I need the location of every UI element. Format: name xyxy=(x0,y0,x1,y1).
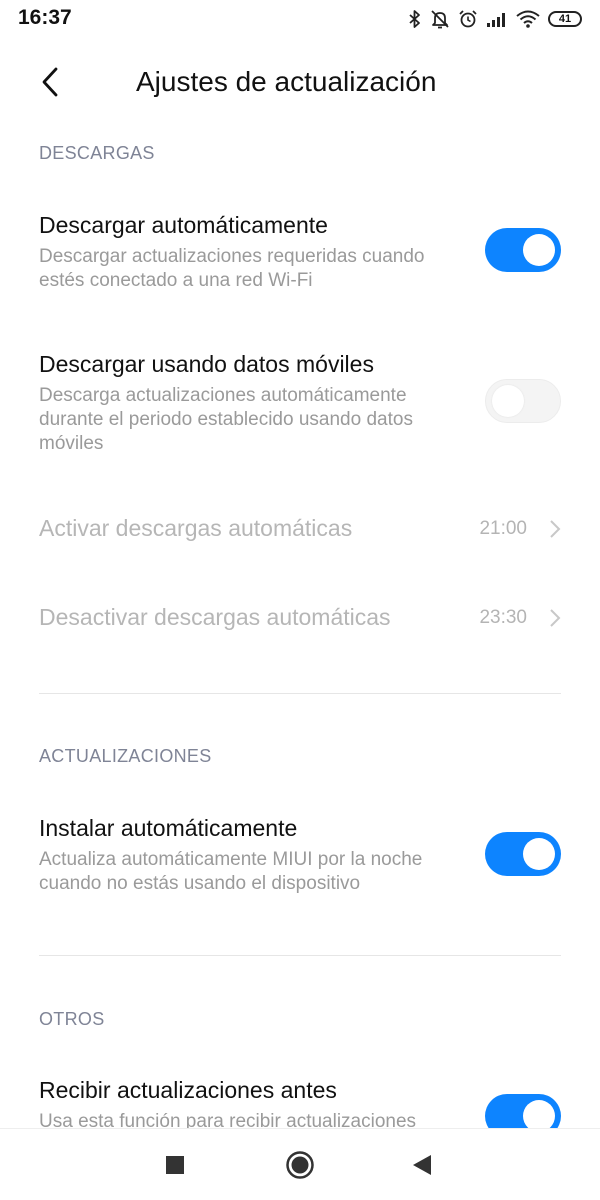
back-button[interactable] xyxy=(30,62,70,102)
section-divider xyxy=(39,693,561,694)
navigation-bar xyxy=(0,1128,600,1200)
mute-icon xyxy=(430,9,450,29)
signal-icon xyxy=(486,11,508,27)
battery-level: 41 xyxy=(548,11,582,27)
settings-content: DESCARGAS Descargar automáticamente Desc… xyxy=(0,0,600,1128)
row-mobile-data-subtitle: Descarga actualizaciones automáticamente… xyxy=(39,385,413,454)
early-updates-toggle[interactable] xyxy=(485,1094,561,1128)
row-auto-download-title: Descargar automáticamente xyxy=(39,212,328,238)
status-bar: 16:37 41 xyxy=(0,0,600,40)
row-early-updates-title: Recibir actualizaciones antes xyxy=(39,1077,337,1103)
row-auto-install-title: Instalar automáticamente xyxy=(39,815,298,841)
page-title: Ajustes de actualización xyxy=(136,66,437,97)
mobile-data-toggle[interactable] xyxy=(485,379,561,423)
home-button[interactable] xyxy=(284,1149,316,1181)
row-auto-install[interactable]: Instalar automáticamente Actualiza autom… xyxy=(0,807,600,917)
activate-time-value: 21:00 xyxy=(479,518,527,539)
bluetooth-icon xyxy=(408,9,422,29)
chevron-left-icon xyxy=(42,67,58,97)
title-bar: Ajustes de actualización xyxy=(0,52,600,112)
row-mobile-data[interactable]: Descargar usando datos móviles Descarga … xyxy=(0,344,600,474)
toggle-knob xyxy=(523,234,555,266)
back-triangle-icon xyxy=(413,1155,431,1175)
row-mobile-data-title: Descargar usando datos móviles xyxy=(39,351,374,377)
chevron-right-icon xyxy=(550,609,561,627)
toggle-knob xyxy=(492,385,524,417)
row-activate-title: Activar descargas automáticas xyxy=(39,515,353,541)
section-header-descargas: DESCARGAS xyxy=(39,143,155,163)
row-auto-install-subtitle: Actualiza automáticamente MIUI por la no… xyxy=(39,849,423,894)
status-time: 16:37 xyxy=(18,6,72,29)
auto-download-toggle[interactable] xyxy=(485,228,561,272)
row-auto-download-subtitle: Descargar actualizaciones requeridas cua… xyxy=(39,246,425,291)
battery-icon: 41 xyxy=(548,11,582,27)
row-early-updates[interactable]: Recibir actualizaciones antes Usa esta f… xyxy=(0,1069,600,1128)
section-header-otros: OTROS xyxy=(39,1009,105,1029)
toggle-knob xyxy=(523,1100,555,1128)
alarm-icon xyxy=(458,9,478,29)
section-header-actualizaciones: ACTUALIZACIONES xyxy=(39,746,212,766)
nav-back-button[interactable] xyxy=(406,1149,438,1181)
row-early-updates-subtitle: Usa esta función para recibir actualizac… xyxy=(39,1111,417,1128)
row-activate-auto-download[interactable]: Activar descargas automáticas 21:00 xyxy=(0,500,600,560)
auto-install-toggle[interactable] xyxy=(485,832,561,876)
update-settings-screen: DESCARGAS Descargar automáticamente Desc… xyxy=(0,0,600,1200)
section-divider xyxy=(39,955,561,956)
row-auto-download[interactable]: Descargar automáticamente Descargar actu… xyxy=(0,204,600,314)
recents-square-icon xyxy=(166,1156,184,1174)
row-deactivate-auto-download[interactable]: Desactivar descargas automáticas 23:30 xyxy=(0,589,600,649)
row-deactivate-title: Desactivar descargas automáticas xyxy=(39,604,391,630)
status-icons: 41 xyxy=(400,8,582,30)
recents-button[interactable] xyxy=(159,1149,191,1181)
chevron-right-icon xyxy=(550,520,561,538)
wifi-icon xyxy=(516,10,540,28)
deactivate-time-value: 23:30 xyxy=(479,607,527,628)
toggle-knob xyxy=(523,838,555,870)
home-circle-icon xyxy=(286,1151,314,1179)
